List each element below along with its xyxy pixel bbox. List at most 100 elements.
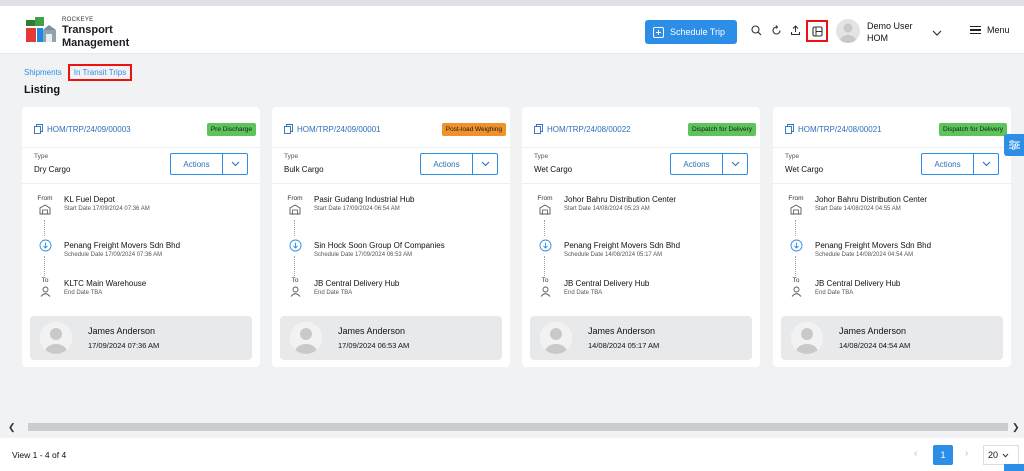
actions-dropdown[interactable]: Actions	[420, 153, 498, 175]
driver-avatar	[791, 322, 823, 354]
to-stop: To JB Central Delivery Hub End Date TBA	[534, 277, 649, 302]
trip-id-text: HOM/TRP/24/09/00003	[47, 125, 131, 134]
actions-dropdown[interactable]: Actions	[921, 153, 999, 175]
breadcrumb: Shipments In Transit Trips	[24, 64, 133, 81]
person-pin-icon	[791, 284, 802, 302]
route-line	[294, 220, 295, 236]
from-location: Johor Bahru Distribution Center	[815, 195, 928, 204]
type-label: Type	[534, 153, 549, 160]
actions-dropdown[interactable]: Actions	[170, 153, 248, 175]
route-line	[44, 220, 45, 236]
card-divider	[272, 147, 510, 148]
logo-text: ROCKEYE Transport Management	[62, 17, 129, 49]
trip-card[interactable]: HOM/TRP/24/09/00003 Pre Discharge Type D…	[22, 107, 260, 367]
layout-view-icon[interactable]	[809, 23, 825, 39]
chevron-down-icon[interactable]	[723, 154, 747, 174]
actions-button[interactable]: Actions	[922, 154, 974, 174]
page-size-value: 20	[988, 450, 999, 460]
driver-date: 17/09/2024 06:53 AM	[338, 341, 410, 350]
horizontal-scrollbar[interactable]: ❮ ❯	[0, 420, 1024, 434]
end-date: End Date TBA	[815, 290, 854, 296]
trip-card[interactable]: HOM/TRP/24/08/00022 Dispatch for Deliver…	[522, 107, 760, 367]
from-location: KL Fuel Depot	[64, 195, 115, 204]
warehouse-icon	[289, 202, 301, 220]
logo-title-1: Transport	[62, 24, 113, 36]
schedule-trip-button[interactable]: Schedule Trip	[645, 20, 737, 44]
trip-id-text: HOM/TRP/24/09/00001	[297, 125, 381, 134]
chevron-down-icon[interactable]	[974, 154, 998, 174]
next-page-icon[interactable]: ›	[965, 448, 968, 459]
trip-id-text: HOM/TRP/24/08/00021	[798, 125, 882, 134]
trip-id[interactable]: HOM/TRP/24/09/00003	[34, 123, 131, 136]
user-role: HOM	[867, 33, 888, 43]
upload-icon[interactable]	[787, 22, 803, 38]
route-line	[44, 256, 45, 276]
page-1-button[interactable]: 1	[933, 445, 953, 465]
from-location: Johor Bahru Distribution Center	[564, 195, 677, 204]
avatar[interactable]	[836, 19, 860, 43]
copy-icon[interactable]	[785, 123, 794, 136]
menu-button[interactable]: Menu	[970, 24, 1010, 36]
breadcrumb-shipments[interactable]: Shipments	[24, 68, 62, 77]
start-date: Start Date 14/08/2024 05:23 AM	[564, 206, 650, 212]
trip-id[interactable]: HOM/TRP/24/08/00021	[785, 123, 882, 136]
to-location: JB Central Delivery Hub	[564, 279, 650, 288]
copy-icon[interactable]	[284, 123, 293, 136]
driver-name: James Anderson	[839, 326, 907, 336]
arrow-down-circle-icon	[790, 239, 803, 257]
page-size-select[interactable]: 20	[983, 445, 1019, 465]
trip-card[interactable]: HOM/TRP/24/09/00001 Post-load Weighing T…	[272, 107, 510, 367]
schedule-date: Schedule Date 14/08/2024 05:17 AM	[564, 252, 663, 258]
filter-settings-icon[interactable]	[1004, 134, 1024, 156]
status-badge: Pre Discharge	[206, 123, 256, 136]
status-badge: Post-load Weighing	[441, 123, 506, 136]
actions-button[interactable]: Actions	[671, 154, 723, 174]
to-location: KLTC Main Warehouse	[64, 279, 147, 288]
actions-dropdown[interactable]: Actions	[670, 153, 748, 175]
trip-id[interactable]: HOM/TRP/24/08/00022	[534, 123, 631, 136]
actions-button[interactable]: Actions	[421, 154, 473, 174]
actions-button[interactable]: Actions	[171, 154, 223, 174]
schedule-date: Schedule Date 14/08/2024 04:54 AM	[815, 252, 914, 258]
breadcrumb-in-transit[interactable]: In Transit Trips	[67, 64, 133, 81]
card-divider	[22, 183, 260, 184]
route-line	[294, 256, 295, 276]
search-icon[interactable]	[748, 22, 764, 38]
from-label: From	[37, 195, 53, 202]
chevron-down-icon[interactable]	[473, 154, 497, 174]
chevron-down-icon[interactable]	[932, 24, 942, 42]
card-divider	[522, 183, 760, 184]
driver-name: James Anderson	[338, 326, 406, 336]
plus-icon	[653, 26, 664, 38]
refresh-icon[interactable]	[768, 22, 784, 38]
cargo-type: Bulk Cargo	[284, 165, 324, 174]
driver-avatar	[290, 322, 322, 354]
cargo-type: Dry Cargo	[34, 165, 71, 174]
card-divider	[773, 147, 1011, 148]
trip-card[interactable]: HOM/TRP/24/08/00021 Dispatch for Deliver…	[773, 107, 1011, 367]
view-count: View 1 - 4 of 4	[12, 450, 67, 460]
status-badge: Dispatch for Delivery	[688, 123, 756, 136]
to-label: To	[541, 277, 549, 284]
scrollbar-track[interactable]	[28, 423, 1008, 431]
card-divider	[773, 183, 1011, 184]
trip-id[interactable]: HOM/TRP/24/09/00001	[284, 123, 381, 136]
warehouse-icon	[539, 202, 551, 220]
scroll-left-icon[interactable]: ❮	[8, 422, 16, 433]
from-label: From	[537, 195, 553, 202]
prev-page-icon[interactable]: ‹	[914, 448, 917, 459]
chevron-down-icon	[1002, 450, 1009, 460]
chevron-down-icon[interactable]	[223, 154, 247, 174]
to-label: To	[792, 277, 800, 284]
status-badge: Dispatch for Delivery	[939, 123, 1007, 136]
to-location: JB Central Delivery Hub	[815, 279, 901, 288]
driver-panel: James Anderson 14/08/2024 04:54 AM	[781, 316, 1003, 360]
logo-icon[interactable]	[24, 16, 58, 46]
start-date: Start Date 17/09/2024 07:36 AM	[64, 206, 150, 212]
warehouse-icon	[39, 202, 51, 220]
user-info[interactable]: Demo User HOM	[867, 20, 913, 44]
copy-icon[interactable]	[34, 123, 43, 136]
card-divider	[272, 183, 510, 184]
copy-icon[interactable]	[534, 123, 543, 136]
scroll-right-icon[interactable]: ❯	[1012, 422, 1020, 433]
